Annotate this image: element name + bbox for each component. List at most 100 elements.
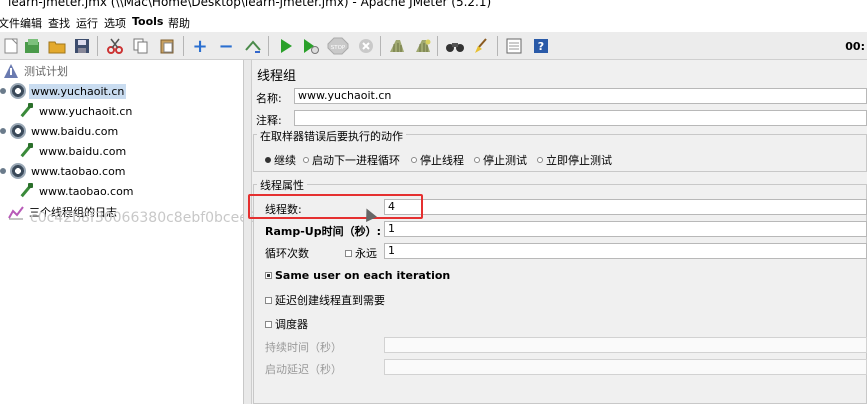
function-helper-icon[interactable]	[503, 35, 525, 57]
thread-group-gear-icon	[10, 163, 26, 179]
radio-dot	[303, 157, 309, 163]
checkbox-box	[345, 249, 352, 257]
name-label: 名称:	[256, 92, 282, 105]
window-title: learn-jmeter.jmx (\\Mac\Home\Desktop\lea…	[8, 0, 492, 9]
scheduler-checkbox[interactable]: 调度器	[265, 316, 308, 332]
radio-stop-thread-label: 停止线程	[420, 154, 464, 167]
tree-node-sampler-1[interactable]: www.yuchaoit.cn	[18, 101, 134, 121]
radio-dot	[411, 157, 417, 163]
elapsed-timer: 00:	[845, 40, 865, 53]
menu-edit[interactable]: 编辑	[20, 15, 42, 31]
new-icon[interactable]	[0, 35, 22, 57]
thread-group-gear-icon	[10, 83, 26, 99]
toggle-icon[interactable]	[242, 35, 264, 57]
radio-stop-test[interactable]: 停止测试	[474, 152, 527, 168]
templates-icon[interactable]	[22, 35, 44, 57]
start-icon[interactable]	[275, 35, 297, 57]
expand-all-icon[interactable]: +	[189, 35, 211, 57]
radio-stop-test-now[interactable]: 立即停止测试	[537, 152, 612, 168]
radio-next-loop[interactable]: 启动下一进程循环	[303, 152, 400, 168]
tree-label-thread-group-3: www.taobao.com	[31, 164, 126, 178]
menu-options[interactable]: 选项	[104, 15, 126, 31]
thread-properties-legend: 线程属性	[257, 177, 307, 193]
comment-input[interactable]	[294, 110, 867, 126]
collapse-all-icon[interactable]: −	[215, 35, 237, 57]
paste-icon[interactable]	[156, 35, 178, 57]
startup-delay-input[interactable]	[384, 359, 867, 375]
expand-handle-icon[interactable]	[0, 128, 6, 134]
duration-label: 持续时间（秒）	[265, 341, 342, 354]
http-sampler-pipette-icon	[18, 143, 34, 159]
same-user-label: Same user on each iteration	[275, 269, 451, 282]
tree-node-sampler-2[interactable]: www.baidu.com	[18, 141, 128, 161]
forever-label: 永远	[355, 247, 377, 260]
radio-stop-test-label: 停止测试	[483, 154, 527, 167]
clear-icon[interactable]	[386, 35, 408, 57]
tree-label-sampler-1: www.yuchaoit.cn	[39, 104, 133, 118]
comment-label: 注释:	[256, 114, 282, 127]
loop-count-input[interactable]: 1	[384, 243, 867, 259]
stop-icon-label: STOP	[331, 45, 346, 51]
panel-title: 线程组	[257, 69, 297, 84]
copy-icon[interactable]	[130, 35, 152, 57]
listener-graph-icon	[8, 204, 24, 220]
menu-run[interactable]: 运行	[76, 15, 98, 31]
duration-input[interactable]	[384, 337, 867, 353]
tree-node-thread-group-3[interactable]: www.taobao.com	[0, 161, 128, 181]
radio-continue-label: 继续	[274, 154, 296, 167]
menu-bar: 文件 编辑 查找 运行 选项 Tools 帮助	[0, 12, 867, 32]
error-action-legend: 在取样器错误后要执行的动作	[257, 128, 406, 144]
open-folder-icon[interactable]	[46, 35, 68, 57]
test-plan-icon	[3, 63, 19, 79]
checkbox-box	[265, 296, 272, 304]
thread-group-gear-icon	[10, 123, 26, 139]
forever-checkbox[interactable]: 永远	[345, 245, 377, 261]
radio-dot	[474, 157, 480, 163]
shutdown-icon[interactable]	[355, 35, 377, 57]
tree-node-sampler-3[interactable]: www.taobao.com	[18, 181, 136, 201]
rampup-input[interactable]: 1	[384, 221, 867, 237]
menu-help[interactable]: 帮助	[168, 15, 190, 31]
clear-all-icon[interactable]	[412, 35, 434, 57]
tree-label-thread-group-1: www.yuchaoit.cn	[29, 83, 127, 99]
search-binoculars-icon[interactable]	[444, 35, 466, 57]
menu-search[interactable]: 查找	[48, 15, 70, 31]
radio-stop-test-now-label: 立即停止测试	[546, 154, 612, 167]
checkbox-box	[265, 320, 272, 328]
save-icon[interactable]	[71, 35, 93, 57]
tree-label-thread-group-2: www.baidu.com	[31, 124, 119, 138]
tree-node-thread-group-1[interactable]: www.yuchaoit.cn	[0, 81, 127, 101]
tree-node-test-plan[interactable]: 测试计划	[3, 61, 70, 81]
menu-file[interactable]: 文件	[0, 15, 20, 31]
test-plan-tree: 测试计划 www.yuchaoit.cn www.yuchaoit.cn www…	[0, 60, 280, 404]
stop-icon[interactable]: STOP	[327, 35, 349, 57]
http-sampler-pipette-icon	[18, 183, 34, 199]
split-pane-divider[interactable]	[244, 60, 252, 404]
same-user-checkbox[interactable]: Same user on each iteration	[265, 269, 450, 282]
cut-icon[interactable]	[104, 35, 126, 57]
tree-label-sampler-3: www.taobao.com	[39, 184, 134, 198]
tree-node-thread-group-2[interactable]: www.baidu.com	[0, 121, 120, 141]
scheduler-label: 调度器	[275, 318, 308, 331]
title-bar: learn-jmeter.jmx (\\Mac\Home\Desktop\lea…	[0, 0, 867, 12]
thread-group-panel: 线程组 名称: www.yuchaoit.cn 注释: 在取样器错误后要执行的动…	[248, 60, 867, 404]
menu-tools[interactable]: Tools	[132, 15, 163, 28]
tree-label-test-plan: 测试计划	[24, 65, 68, 78]
delay-thread-creation-checkbox[interactable]: 延迟创建线程直到需要	[265, 292, 385, 308]
expand-handle-icon[interactable]	[0, 88, 6, 94]
radio-continue[interactable]: 继续	[265, 152, 296, 168]
radio-next-loop-label: 启动下一进程循环	[312, 154, 400, 167]
help-icon[interactable]: ?	[530, 35, 552, 57]
loop-count-label: 循环次数	[265, 247, 309, 260]
name-input[interactable]: www.yuchaoit.cn	[294, 88, 867, 104]
threads-input[interactable]: 4	[384, 199, 867, 215]
start-no-pauses-icon[interactable]	[300, 35, 322, 57]
reset-search-broom-icon[interactable]	[471, 35, 493, 57]
rampup-label: Ramp-Up时间（秒）:	[265, 225, 381, 238]
radio-dot	[265, 157, 271, 163]
http-sampler-pipette-icon	[18, 103, 34, 119]
expand-handle-icon[interactable]	[0, 168, 6, 174]
toolbar: + − STOP ? 00:	[0, 32, 867, 60]
radio-stop-thread[interactable]: 停止线程	[411, 152, 464, 168]
delay-thread-creation-label: 延迟创建线程直到需要	[275, 294, 385, 307]
